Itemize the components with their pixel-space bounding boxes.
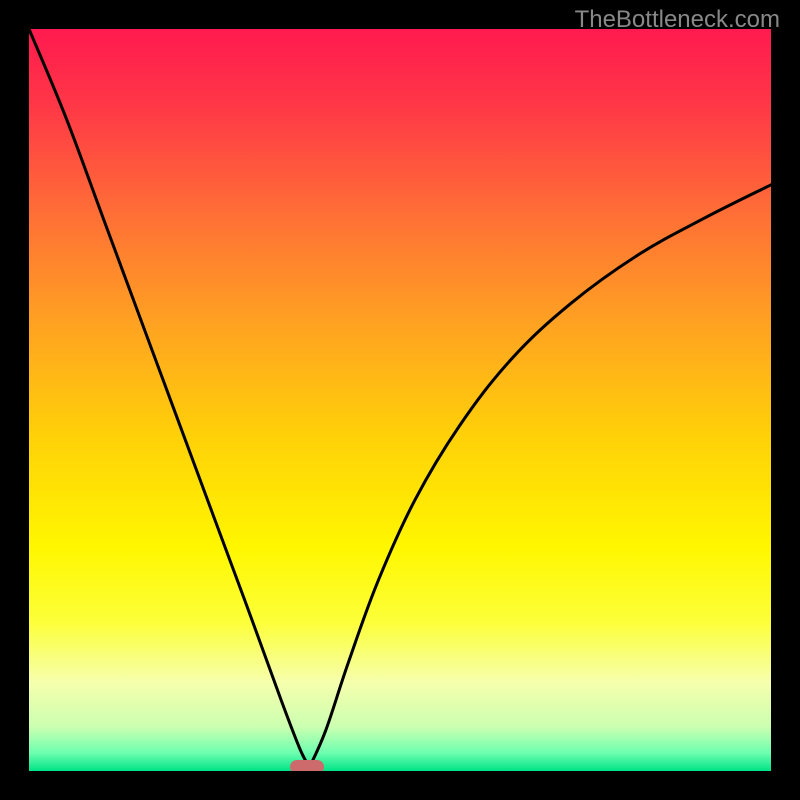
watermark-text: TheBottleneck.com	[575, 6, 780, 34]
minimum-marker	[290, 760, 324, 771]
curves-layer	[29, 29, 771, 771]
left-branch-curve	[29, 29, 309, 767]
right-branch-curve	[309, 185, 771, 767]
plot-area	[29, 29, 771, 771]
